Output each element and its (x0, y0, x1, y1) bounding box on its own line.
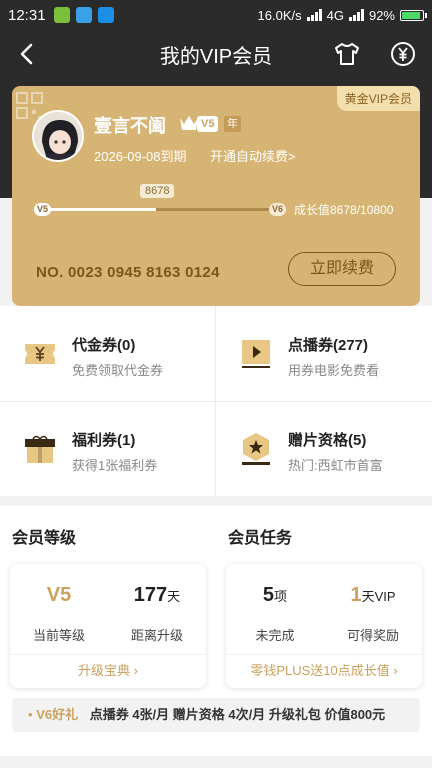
signal-icon-2 (348, 9, 364, 21)
vip-card: 黄金VIP会员 壹言不阖 V5 年 2026-09-08到期 开通自动续费> 8… (12, 86, 420, 306)
play-ticket-icon (242, 340, 270, 368)
coupon-title: 代金券(0) (72, 337, 136, 354)
days-to-upgrade-label: 距离升级 (130, 628, 183, 643)
coupon-title: 福利券(1) (72, 432, 136, 449)
v6-benefit-label: V6好礼 (36, 707, 79, 722)
app-notification-icon (53, 7, 70, 23)
v6-benefit-text: 点播券 4张/月 赠片资格 4次/月 升级礼包 价值800元 (89, 707, 386, 722)
upgrade-guide-link[interactable]: 升级宝典 › (10, 658, 206, 684)
vip-level-tag: 黄金VIP会员 (336, 86, 420, 111)
member-tasks-title: 会员任务 (228, 530, 293, 547)
grid-divider-horizontal (0, 401, 432, 402)
coupon-title: 点播券(277) (288, 337, 369, 354)
member-level-title: 会员等级 (12, 530, 77, 547)
reward-value: 1天VIP (350, 584, 396, 606)
incomplete-unit: 项 (274, 589, 288, 604)
coupon-subtitle: 热门:西虹市首富 (288, 458, 383, 473)
member-section: 会员等级 会员任务 V5 当前等级 177天 距离升级 升级宝典 › 5项 未完… (0, 506, 432, 756)
growth-value-bubble: 8678 (140, 184, 175, 198)
coupon-title: 赠片资格(5) (288, 432, 367, 449)
coupon-subtitle: 获得1张福利券 (72, 458, 158, 473)
panel-divider (226, 654, 422, 655)
coupon-welfare[interactable]: 福利券(1) 获得1张福利券 (0, 401, 216, 496)
renew-now-button[interactable]: 立即续费 (288, 252, 396, 286)
vip-year-badge: 年 (224, 116, 241, 132)
card-number: NO. 0023 0945 8163 0124 (36, 264, 220, 281)
days-to-upgrade-value: 177天 (133, 584, 181, 606)
network-type: 4G (326, 7, 344, 23)
current-level-value: V5 (46, 584, 72, 606)
plus-growth-link[interactable]: 零钱PLUS送10点成长值 › (226, 658, 422, 684)
alipay-notification-icon (97, 7, 114, 23)
incomplete-tasks-stat[interactable]: 5项 未完成 (226, 564, 324, 644)
net-speed: 16.0K/s (257, 7, 302, 23)
message-notification-icon (75, 7, 92, 23)
bullet-dot: • (28, 707, 33, 722)
battery-percent: 92% (368, 7, 395, 23)
status-time: 12:31 (8, 6, 46, 24)
star-hexagon-icon (242, 433, 270, 465)
incomplete-tasks-value: 5项 (262, 584, 288, 606)
current-level-stat[interactable]: V5 当前等级 (10, 564, 108, 644)
yuan-coin-icon[interactable] (388, 39, 418, 69)
coupon-cash[interactable]: 代金券(0) 免费领取代金券 (0, 306, 216, 401)
signal-icon (306, 9, 322, 21)
reward-stat[interactable]: 1天VIP 可得奖励 (324, 564, 422, 644)
gift-box-icon (25, 435, 55, 463)
back-arrow-icon[interactable] (14, 40, 42, 68)
page-title: 我的VIP会员 (159, 45, 273, 68)
username: 壹言不阖 (94, 116, 166, 136)
progress-end-level: V6 (268, 203, 286, 216)
progress-fill (40, 208, 156, 211)
growth-value-text: 成长值8678/10800 (294, 203, 394, 217)
battery-icon (400, 9, 427, 21)
reward-label: 可得奖励 (346, 628, 399, 643)
auto-renew-link[interactable]: 开通自动续费> (210, 146, 296, 165)
coupon-gift-movie[interactable]: 赠片资格(5) 热门:西虹市首富 (216, 401, 432, 496)
top-bar: 我的VIP会员 (0, 30, 432, 78)
member-tasks-panel: 5项 未完成 1天VIP 可得奖励 零钱PLUS送10点成长值 › (226, 564, 422, 688)
progress-start-level: V5 (34, 203, 52, 216)
current-level-label: 当前等级 (32, 628, 85, 643)
avatar[interactable] (32, 110, 84, 162)
expire-date: 2026-09-08到期 (94, 149, 187, 164)
coupon-play[interactable]: 点播券(277) 用券电影免费看 (216, 306, 432, 401)
coupon-grid: 代金券(0) 免费领取代金券 点播券(277) 用券电影免费看 福利券(1) 获… (0, 306, 432, 496)
reward-unit: 天VIP (361, 589, 396, 604)
coupon-subtitle: 用券电影免费看 (288, 363, 380, 378)
growth-progress-bar: V5 V6 (34, 203, 286, 220)
member-level-panel: V5 当前等级 177天 距离升级 升级宝典 › (10, 564, 206, 688)
coupon-subtitle: 免费领取代金券 (72, 363, 164, 378)
days-to-upgrade-stat[interactable]: 177天 距离升级 (108, 564, 206, 644)
panel-divider (10, 654, 206, 655)
status-bar: 12:31 16.0K/s 4G 92% (0, 0, 432, 30)
days-unit: 天 (167, 589, 181, 604)
cash-ticket-icon (25, 344, 55, 364)
tshirt-icon[interactable] (332, 39, 362, 69)
vip-level-badge: V5 (197, 116, 219, 132)
v6-benefit-bar[interactable]: • V6好礼 点播券 4张/月 赠片资格 4次/月 升级礼包 价值800元 (12, 698, 420, 732)
incomplete-tasks-label: 未完成 (255, 628, 295, 643)
